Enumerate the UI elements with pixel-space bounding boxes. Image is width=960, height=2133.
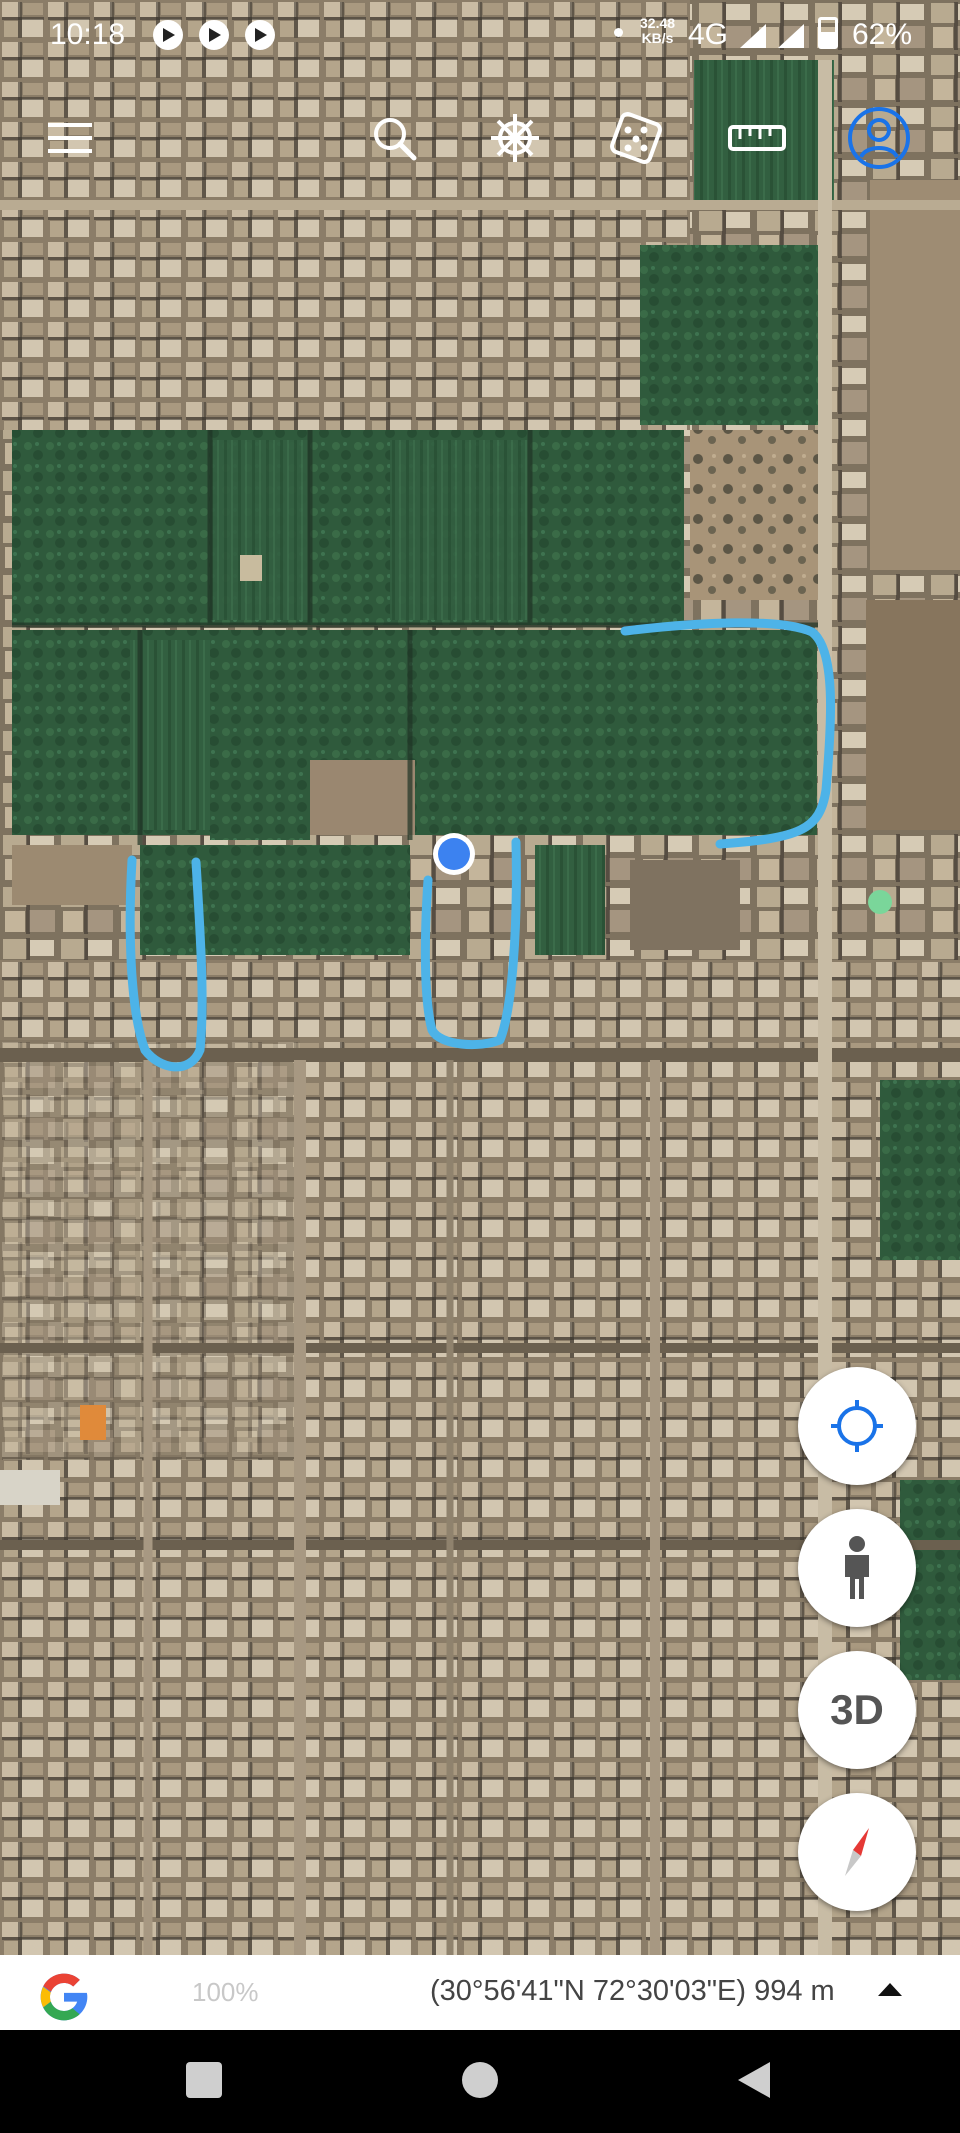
system-nav-bar	[0, 2030, 960, 2133]
google-logo[interactable]: G	[36, 1969, 92, 2025]
pegman-icon	[845, 1536, 869, 1599]
menu-button[interactable]	[38, 106, 102, 170]
net-speed-unit: KB/s	[641, 30, 674, 46]
notification-dot-icon	[614, 28, 623, 37]
coordinates-readout: (30°56'41"N 72°30'03"E) 994 m	[430, 1975, 835, 2007]
my-location-button[interactable]	[798, 1367, 916, 1485]
current-location-marker	[433, 833, 475, 875]
compass-icon	[845, 1828, 869, 1876]
status-time: 10:18	[50, 18, 126, 51]
play-icon	[199, 20, 229, 50]
signal-icon	[740, 24, 766, 48]
menu-icon	[48, 123, 92, 153]
home-icon[interactable]	[460, 2060, 500, 2100]
net-speed: 32.48 KB/s	[640, 16, 675, 46]
ruler-icon	[728, 125, 786, 151]
info-bar: G 100% (30°56'41"N 72°30'03"E) 994 m	[0, 1955, 960, 2030]
search-button[interactable]	[362, 106, 426, 170]
signal-icon	[778, 24, 804, 48]
back-icon[interactable]	[734, 2060, 774, 2100]
play-icon	[245, 20, 275, 50]
compass-button[interactable]	[798, 1793, 916, 1911]
street-view-button[interactable]	[798, 1509, 916, 1627]
svg-text:G: G	[36, 1969, 37, 1970]
zoom-level: 100%	[192, 1977, 259, 2007]
status-bar: 10:18 32.48 KB/s 4G 62%	[0, 0, 960, 72]
satellite-map[interactable]	[0, 0, 960, 1955]
toggle-3d-button[interactable]: 3D	[798, 1651, 916, 1769]
network-type: 4G	[688, 18, 729, 51]
account-button[interactable]	[846, 106, 910, 170]
voyager-button[interactable]	[483, 106, 547, 170]
recents-icon[interactable]	[184, 2060, 224, 2100]
measure-button[interactable]	[725, 106, 789, 170]
account-icon	[848, 107, 910, 169]
my-location-icon	[831, 1400, 883, 1452]
battery-icon	[818, 17, 838, 49]
toggle-3d-label: 3D	[830, 1686, 884, 1733]
net-speed-value: 32.48	[640, 15, 676, 31]
play-icon	[153, 20, 183, 50]
battery-percent: 62%	[852, 18, 913, 51]
feeling-lucky-button[interactable]	[604, 106, 668, 170]
expand-up-icon[interactable]	[878, 1983, 902, 1996]
dice-icon	[610, 112, 662, 164]
satellite-imagery	[0, 0, 960, 1955]
search-icon	[374, 118, 417, 161]
voyager-wheel-icon	[491, 114, 539, 162]
